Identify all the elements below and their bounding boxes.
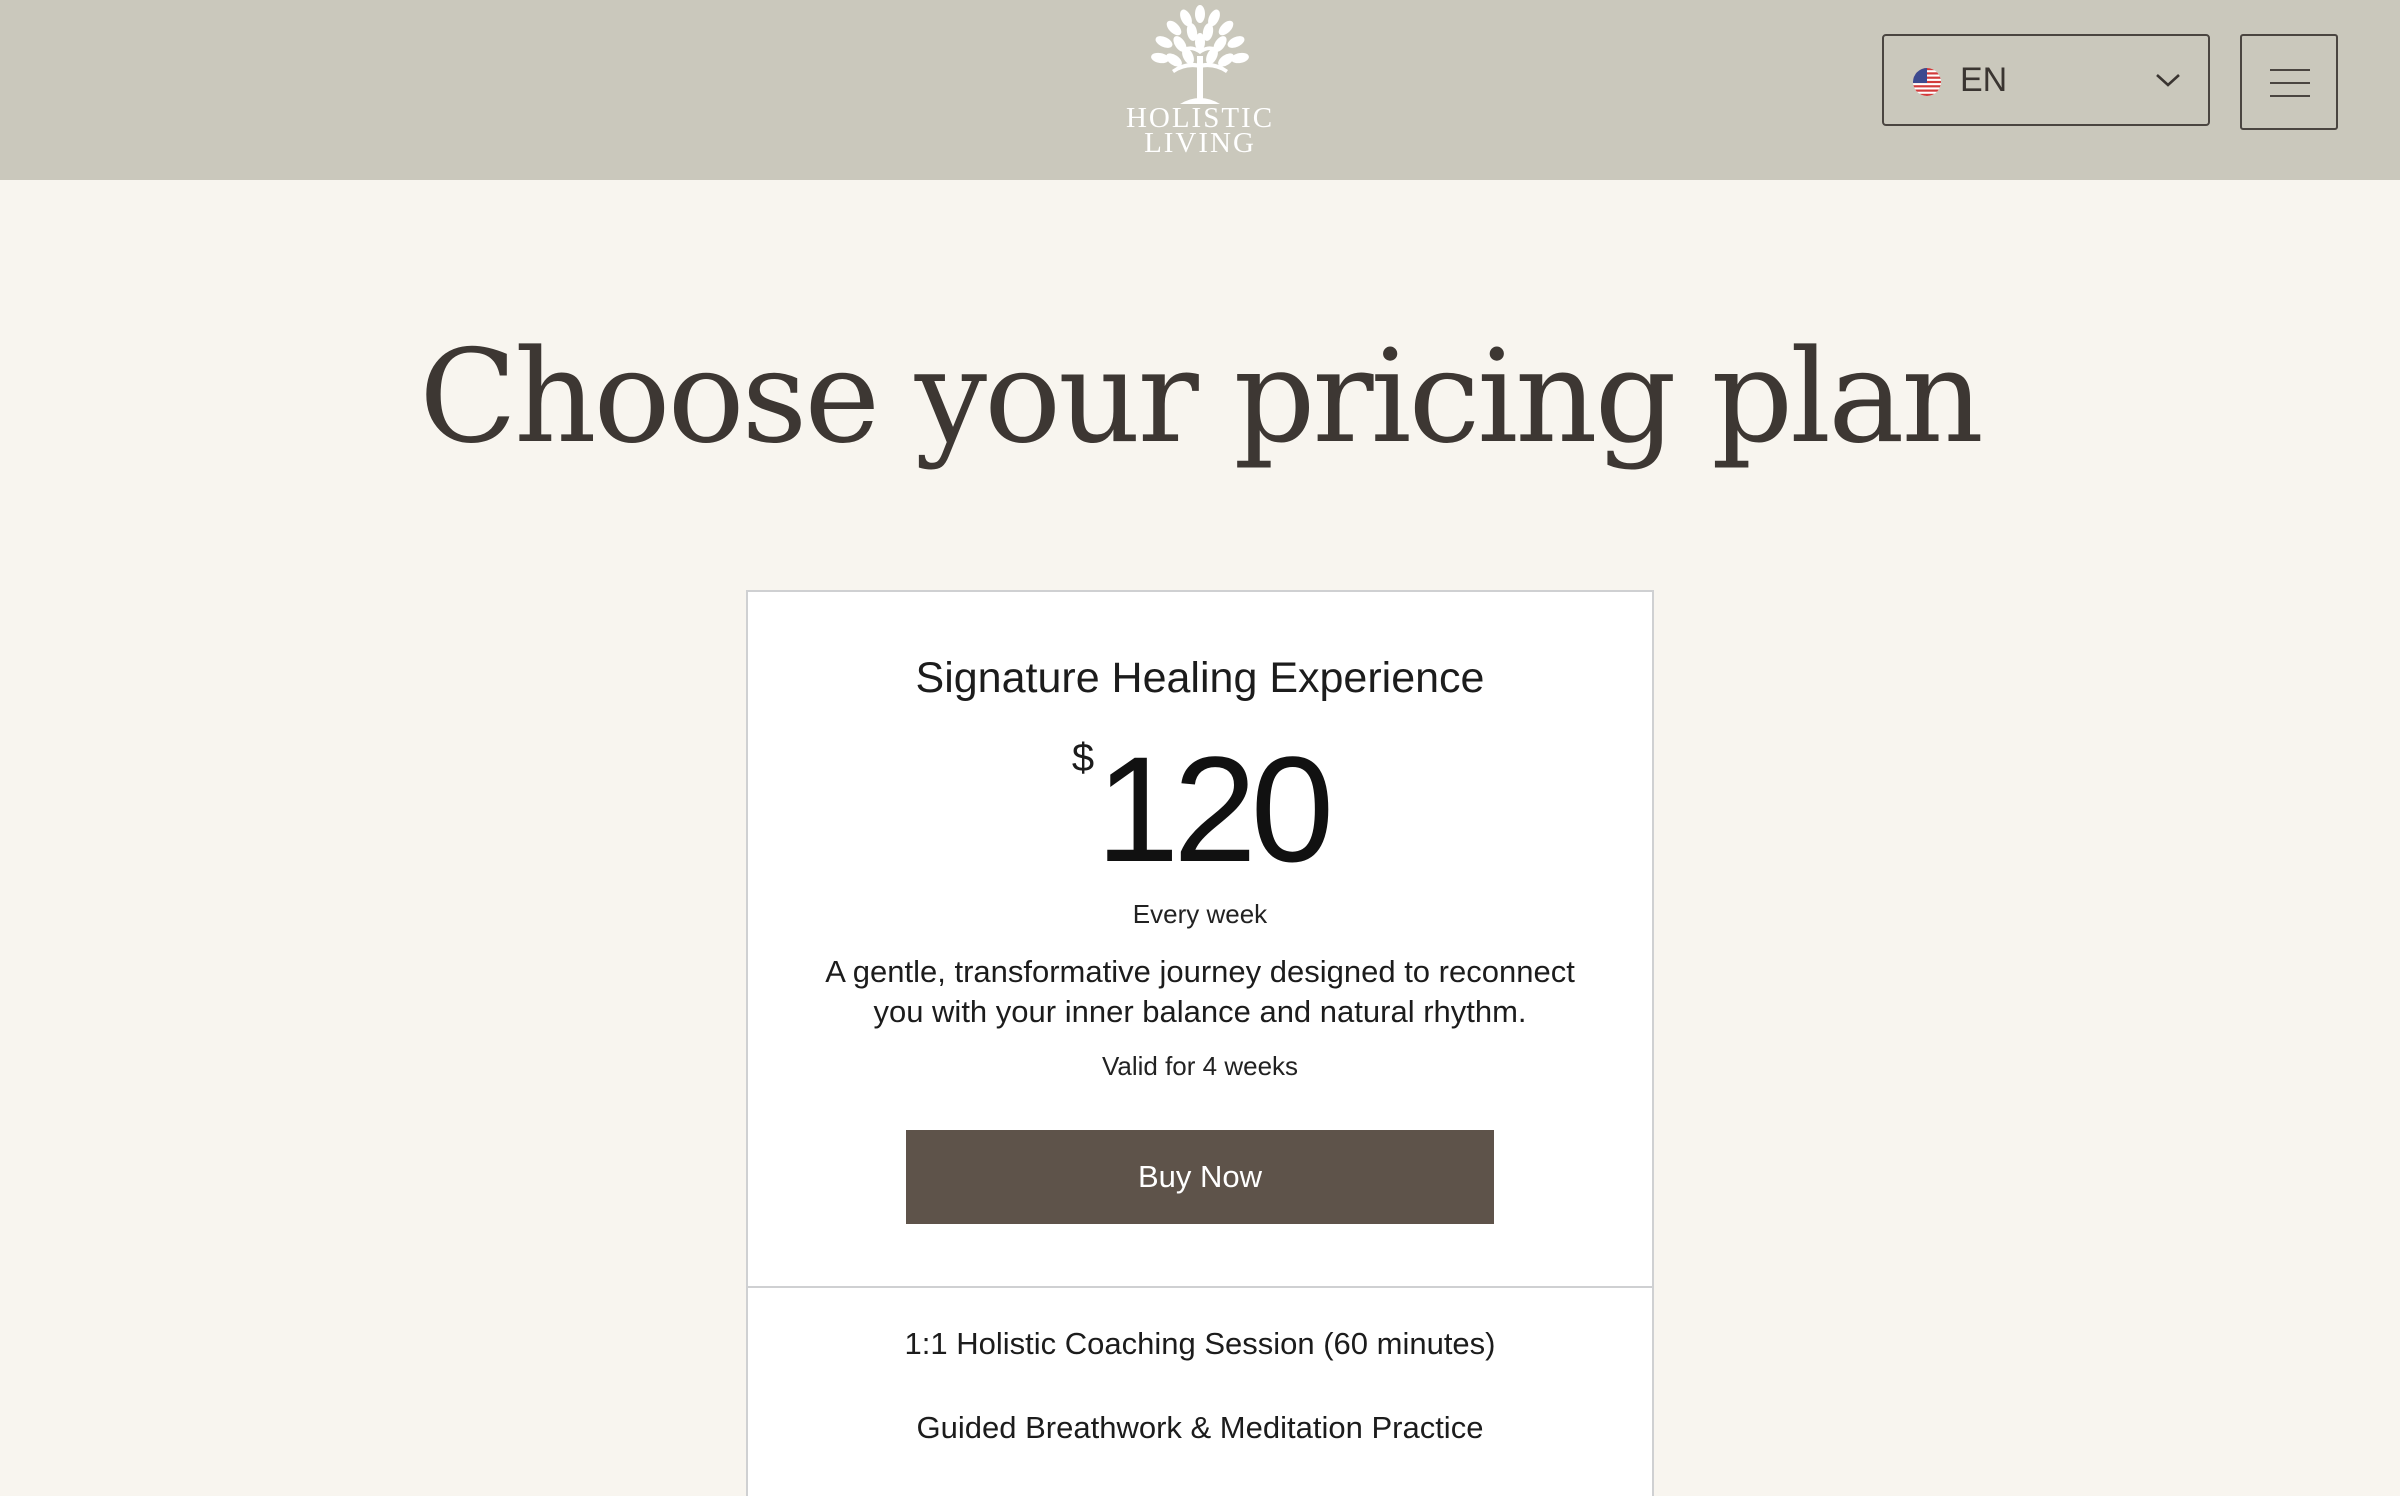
plan-name: Signature Healing Experience [915,654,1485,702]
plan-validity: Valid for 4 weeks [1101,1051,1299,1081]
plan-price: $ 120 [748,728,1652,890]
plan-features: 1:1 Holistic Coaching Session (60 minute… [748,1324,1652,1492]
hamburger-menu-icon [2270,69,2310,97]
chevron-down-icon [2156,74,2180,87]
pricing-card-summary: Signature Healing Experience $ 120 Every… [748,592,1652,1288]
logo-line-2: LIVING [1144,127,1256,159]
site-header: HOLISTIC LIVING EN [0,0,2400,180]
buy-now-button[interactable]: Buy Now [906,1130,1494,1224]
price-amount: 120 [1095,725,1334,893]
feature-item: Guided Breathwork & Meditation Practice [916,1410,1484,1445]
pricing-card: Signature Healing Experience $ 120 Every… [746,590,1654,1496]
menu-button[interactable] [2240,34,2338,130]
language-selector[interactable]: EN [1882,34,2210,126]
tree-icon [1151,5,1249,104]
plan-description: A gentle, transformative journey designe… [825,954,1575,1029]
language-label: EN [1960,61,2008,99]
feature-item: 1:1 Holistic Coaching Session (60 minute… [904,1326,1496,1361]
price-frequency: Every week [1132,899,1268,929]
logo[interactable]: HOLISTIC LIVING [1100,4,1300,170]
page-title: Choose your pricing plan [419,323,1984,472]
us-flag-icon [1913,68,1941,96]
logo-wordmark: HOLISTIC LIVING [1100,104,1300,159]
price-currency: $ [1071,736,1095,780]
